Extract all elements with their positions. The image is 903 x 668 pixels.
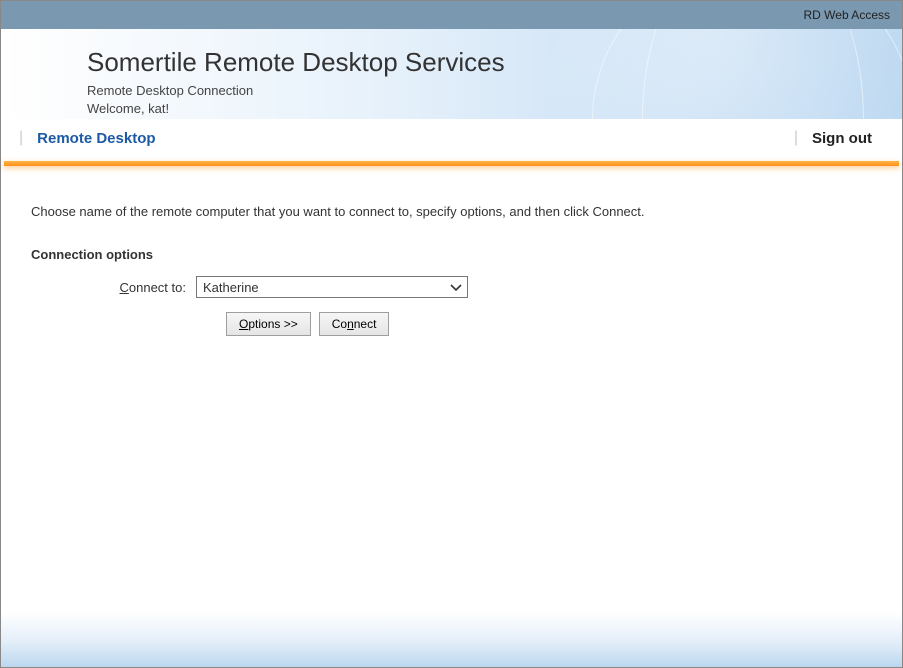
button-row: Options >> Connect <box>226 312 872 336</box>
banner-subtitle-1: Remote Desktop Connection <box>87 82 902 100</box>
connect-to-label: Connect to: <box>31 280 196 295</box>
footer-gradient <box>1 612 902 667</box>
banner-welcome: Welcome, kat! <box>87 100 902 118</box>
top-bar-title: RD Web Access <box>804 8 890 22</box>
options-button[interactable]: Options >> <box>226 312 311 336</box>
connect-to-value: Katherine <box>203 280 447 295</box>
connect-to-combobox[interactable]: Katherine <box>196 276 468 298</box>
instruction-text: Choose name of the remote computer that … <box>31 204 872 219</box>
section-title-connection-options: Connection options <box>31 247 872 262</box>
connect-button[interactable]: Connect <box>319 312 390 336</box>
sign-out-link[interactable]: Sign out <box>812 130 872 147</box>
page-title: Somertile Remote Desktop Services <box>87 47 902 78</box>
connect-to-row: Connect to: Katherine <box>31 276 872 298</box>
chevron-down-icon <box>447 281 465 294</box>
main-content: Choose name of the remote computer that … <box>1 166 902 336</box>
nav-divider-right: | <box>794 129 798 147</box>
tab-remote-desktop[interactable]: Remote Desktop <box>37 130 155 147</box>
nav-divider-left: | <box>19 129 23 147</box>
top-bar: RD Web Access <box>1 1 902 29</box>
banner: Somertile Remote Desktop Services Remote… <box>1 29 902 119</box>
nav-bar: | Remote Desktop | Sign out <box>1 119 902 161</box>
